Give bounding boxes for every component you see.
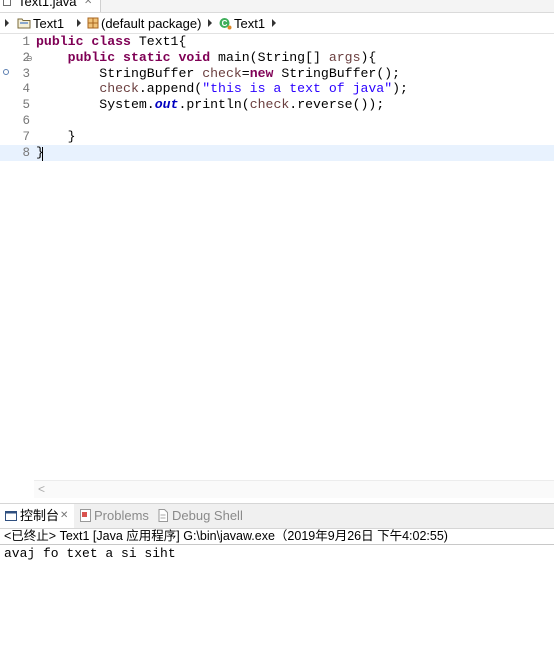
package-icon <box>87 17 99 32</box>
svg-text:C: C <box>222 19 228 28</box>
breadcrumb-arrow-icon <box>5 19 9 27</box>
tab-console-label: 控制台 <box>20 508 60 523</box>
class-icon: C <box>218 16 232 33</box>
breadcrumb-item-project[interactable]: Text1 <box>33 16 64 32</box>
code-line: System.out.println(check.reverse()); <box>36 97 408 113</box>
line-number: 5 <box>22 98 30 113</box>
line-number: 8 <box>22 145 30 160</box>
code-token: ); <box>392 81 408 97</box>
code-token: "this is a text of java" <box>202 81 393 97</box>
code-token: .reverse()); <box>289 97 385 113</box>
console-output[interactable]: avaj fo txet a si siht <box>4 546 176 562</box>
tab-debug-shell[interactable]: Debug Shell <box>172 508 243 524</box>
tab-console[interactable]: 控制台 ✕ <box>0 504 74 528</box>
scroll-left-arrow-icon[interactable]: < <box>38 481 45 498</box>
code-token: System. <box>36 97 155 113</box>
code-token: check <box>99 81 139 97</box>
code-token: out <box>154 97 179 113</box>
problems-icon <box>80 509 91 525</box>
code-editor[interactable]: public class Text1{ public static void m… <box>36 34 408 160</box>
code-line: public class Text1{ <box>36 34 408 50</box>
code-line: } <box>36 129 408 145</box>
console-icon <box>5 510 17 525</box>
code-token: } <box>36 128 76 144</box>
console-process-header: <已终止> Text1 [Java 应用程序] G:\bin\javaw.exe… <box>4 529 448 543</box>
tab-problems[interactable]: Problems <box>94 508 149 524</box>
code-token: check <box>202 65 242 81</box>
code-token: public class <box>36 34 139 49</box>
console-divider <box>0 544 554 545</box>
java-file-icon <box>3 0 11 6</box>
console-tab-bar: 控制台 ✕ Problems Debug Shell <box>0 503 554 529</box>
breadcrumb-item-class[interactable]: Text1 <box>234 16 265 32</box>
close-icon[interactable]: ✕ <box>84 0 92 9</box>
code-token: StringBuffer(); <box>281 65 401 81</box>
code-token: Text1{ <box>138 34 187 49</box>
line-numbers: 12345678 <box>14 34 30 160</box>
overview-ruler <box>0 34 14 498</box>
line-number: 1 <box>22 35 30 49</box>
close-icon[interactable]: ✕ <box>60 509 68 523</box>
project-folder-icon <box>17 17 31 32</box>
line-number: 4 <box>22 82 30 97</box>
code-token: public static void <box>67 49 219 65</box>
code-line: public static void main(String[] args){ <box>36 50 408 66</box>
line-number: 2 <box>22 50 30 65</box>
editor-tab-text1-java[interactable]: Text1.java ✕ <box>0 0 101 12</box>
text-caret <box>42 147 43 161</box>
code-token: ){ <box>360 49 377 65</box>
debug-shell-icon <box>158 509 168 525</box>
breadcrumb-item-package[interactable]: (default package) <box>101 16 201 32</box>
editor-tab-strip: Text1.java ✕ <box>0 0 554 13</box>
line-number: 7 <box>22 129 30 144</box>
line-number: 3 <box>22 66 30 81</box>
code-line: check.append("this is a text of java"); <box>36 81 408 97</box>
breadcrumb-arrow-icon <box>77 19 81 27</box>
code-token: .append( <box>138 81 203 97</box>
editor-tab-label: Text1.java <box>18 0 77 9</box>
code-line: } <box>36 145 408 161</box>
code-token: StringBuffer <box>36 65 203 81</box>
horizontal-scrollbar[interactable]: < <box>34 480 554 498</box>
code-token: main(String[] <box>218 49 329 65</box>
code-token: check <box>249 97 290 113</box>
code-token: new <box>249 65 282 81</box>
breadcrumb-arrow-icon <box>272 19 276 27</box>
line-number: 6 <box>22 113 30 128</box>
code-token: .println( <box>178 97 250 113</box>
code-line: StringBuffer check=new StringBuffer(); <box>36 66 408 82</box>
code-token: args <box>328 49 361 65</box>
breadcrumb: Text1 (default package) C Text1 <box>0 13 554 34</box>
override-marker-icon <box>3 69 9 75</box>
breadcrumb-arrow-icon <box>208 19 212 27</box>
code-token: = <box>241 65 250 81</box>
